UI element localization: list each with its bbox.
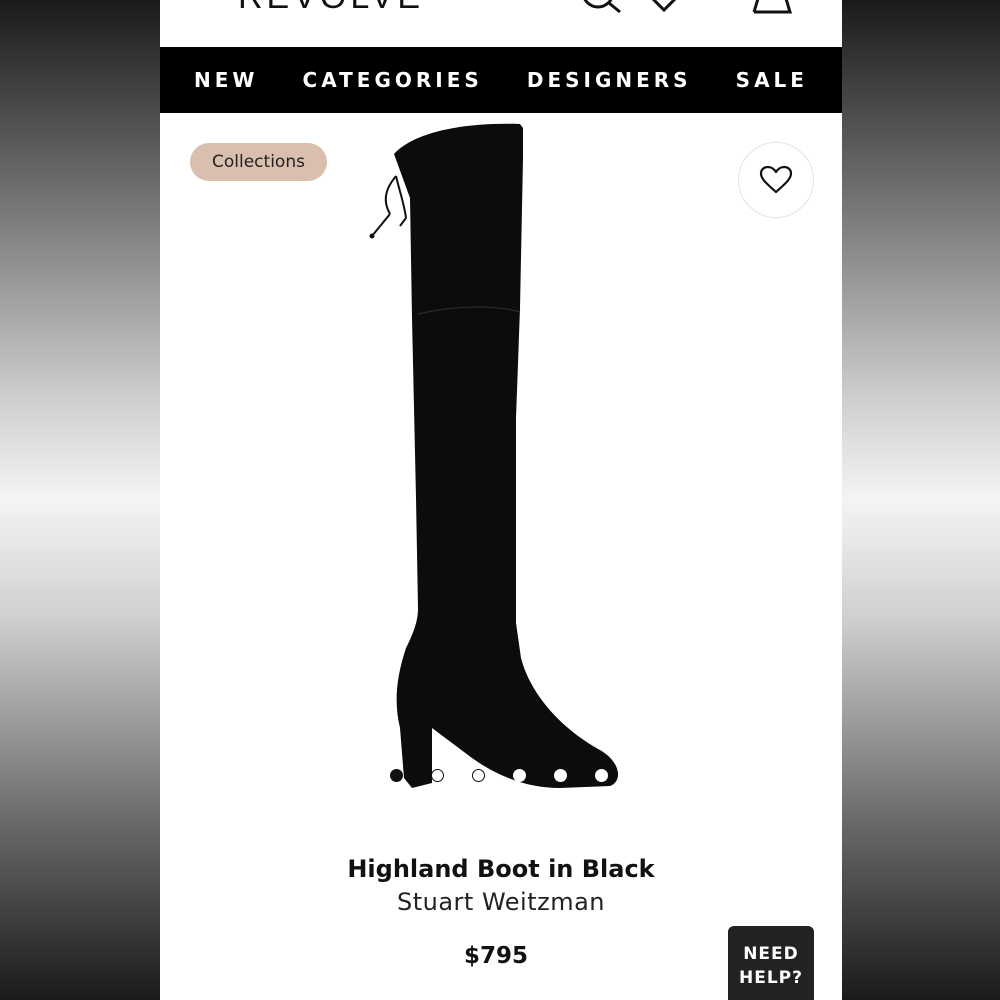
category-nav: NEW CATEGORIES DESIGNERS SALE bbox=[160, 47, 842, 113]
wishlist-heart-icon bbox=[759, 165, 793, 194]
search-icon[interactable] bbox=[580, 0, 626, 16]
carousel-dot[interactable] bbox=[595, 768, 608, 782]
heart-icon[interactable] bbox=[646, 0, 682, 14]
image-carousel-indicator bbox=[390, 768, 608, 782]
nav-designers[interactable]: DESIGNERS bbox=[527, 68, 692, 92]
nav-new[interactable]: NEW bbox=[194, 68, 258, 92]
logo[interactable]: REVOLVE bbox=[238, 0, 424, 17]
product-image[interactable] bbox=[360, 118, 640, 798]
bag-icon[interactable] bbox=[748, 0, 796, 16]
collections-badge[interactable]: Collections bbox=[190, 143, 327, 181]
nav-sale[interactable]: SALE bbox=[736, 68, 808, 92]
carousel-dot[interactable] bbox=[472, 768, 485, 782]
need-help-button[interactable]: NEED HELP? bbox=[728, 926, 814, 1000]
help-label-line1: NEED bbox=[743, 944, 799, 964]
phone-screen: REVOLVE NEW CATEGORIES DESIGNERS SALE Co… bbox=[160, 0, 842, 1000]
menu-icon[interactable] bbox=[182, 0, 218, 6]
header: REVOLVE bbox=[160, 0, 842, 47]
wishlist-button[interactable] bbox=[738, 142, 814, 218]
designer-name[interactable]: Stuart Weitzman bbox=[160, 888, 842, 916]
product-name: Highland Boot in Black bbox=[347, 855, 655, 883]
carousel-dot[interactable] bbox=[390, 768, 403, 782]
nav-categories[interactable]: CATEGORIES bbox=[303, 68, 483, 92]
carousel-dot[interactable] bbox=[431, 768, 444, 782]
carousel-dot[interactable] bbox=[513, 768, 526, 782]
help-label-line2: HELP? bbox=[739, 968, 803, 988]
carousel-dot[interactable] bbox=[554, 768, 567, 782]
